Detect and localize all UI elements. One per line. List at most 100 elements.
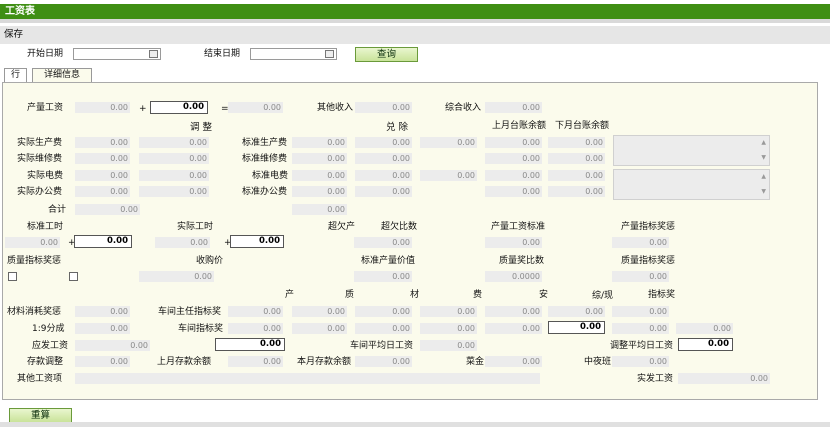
scroll-down-icon[interactable]: ▼ xyxy=(761,154,766,161)
avg-daily-wage-value: 0.00 xyxy=(420,340,477,351)
other-income-value: 0.00 xyxy=(355,102,412,113)
gross-pay-input[interactable]: 0.00 xyxy=(215,338,285,351)
workshop-cell: 0.00 xyxy=(485,323,542,334)
workshop-cell: 0.00 xyxy=(420,323,477,334)
quality-bonus-value: 0.00 xyxy=(612,271,669,282)
total-std-value: 0.00 xyxy=(292,204,347,215)
output-wage-std-value: 0.00 xyxy=(485,237,542,248)
row-last-balance: 0.00 xyxy=(485,153,542,164)
purchase-price-value: 0.00 xyxy=(139,271,214,282)
output-wage-value: 0.00 xyxy=(75,102,130,113)
other-wage-value xyxy=(75,373,540,384)
material-header: 材 xyxy=(410,290,420,300)
notes-box-2[interactable]: ▲ ▼ xyxy=(613,169,770,200)
total-label: 合计 xyxy=(48,205,67,215)
actual-hours-input[interactable]: 0.00 xyxy=(230,235,284,248)
output-wage-std-label: 产量工资标准 xyxy=(491,222,546,232)
row-adjust: 0.00 xyxy=(139,186,209,197)
scroll-up-icon[interactable]: ▲ xyxy=(761,173,766,180)
query-button[interactable]: 查询 xyxy=(355,47,418,62)
over-under-ratio-label: 超欠比数 xyxy=(381,222,418,232)
row-std: 0.00 xyxy=(292,170,347,181)
director-cell: 0.00 xyxy=(228,306,283,317)
last-deposit-value: 0.00 xyxy=(228,356,283,367)
row-next-balance: 0.00 xyxy=(548,186,605,197)
workshop-cell: 0.00 xyxy=(228,323,283,334)
std-output-value: 0.00 xyxy=(354,271,412,282)
tab-row[interactable]: 行 xyxy=(4,68,27,82)
director-cell: 0.00 xyxy=(420,306,477,317)
scroll-up-icon[interactable]: ▲ xyxy=(761,139,766,146)
night-shift-label: 中夜班 xyxy=(584,357,612,367)
total-income-label: 综合收入 xyxy=(445,103,482,113)
meal-fee-value: 0.00 xyxy=(485,356,542,367)
scroll-down-icon[interactable]: ▼ xyxy=(761,188,766,195)
over-under-label: 超欠产 xyxy=(328,222,356,232)
save-button[interactable]: 保存 xyxy=(0,29,23,40)
row-actual: 0.00 xyxy=(75,137,130,148)
row-adjust: 0.00 xyxy=(139,137,209,148)
split-label: 1:9分成 xyxy=(32,324,65,334)
calendar-icon[interactable] xyxy=(325,50,334,58)
gross-pay-value: 0.00 xyxy=(75,340,150,351)
row-std-label: 标准电费 xyxy=(252,171,289,181)
deposit-adjust-value: 0.00 xyxy=(75,356,130,367)
workshop-cell: 0.00 xyxy=(355,323,412,334)
workshop-composite-input[interactable]: 0.00 xyxy=(548,321,605,334)
row-label: 实际办公费 xyxy=(17,187,63,197)
row-last-balance: 0.00 xyxy=(485,170,542,181)
title-strip xyxy=(0,19,830,23)
workshop-cell: 0.00 xyxy=(612,323,669,334)
total-value: 0.00 xyxy=(75,204,140,215)
avg-daily-wage-label: 车间平均日工资 xyxy=(350,341,414,351)
tab-details[interactable]: 详细信息 xyxy=(32,68,92,82)
workshop-cell: 0.00 xyxy=(676,323,733,334)
composite-header: 综/现 xyxy=(592,291,614,301)
calendar-icon[interactable] xyxy=(149,50,158,58)
plus-sign: + xyxy=(139,104,147,114)
quality-ratio-label: 质量奖比数 xyxy=(499,256,545,266)
last-deposit-label: 上月存款余额 xyxy=(157,357,212,367)
row-actual: 0.00 xyxy=(75,153,130,164)
adjusted-daily-wage-label: 调整平均日工资 xyxy=(610,341,674,351)
row-std: 0.00 xyxy=(292,153,347,164)
row-label: 实际生产费 xyxy=(17,138,63,148)
split-value: 0.00 xyxy=(75,323,130,334)
std-hours-input[interactable]: 0.00 xyxy=(74,235,132,248)
recalculate-button[interactable]: 重算 xyxy=(9,408,72,423)
net-pay-label: 实发工资 xyxy=(637,374,674,384)
start-date-label: 开始日期 xyxy=(27,49,64,59)
end-date-input[interactable] xyxy=(250,48,337,60)
row-adjust: 0.00 xyxy=(139,170,209,181)
row-last-balance: 0.00 xyxy=(485,137,542,148)
quality-checkbox-1[interactable] xyxy=(8,272,17,281)
row-exchange: 0.00 xyxy=(355,137,412,148)
std-output-value-label: 标准产量价值 xyxy=(361,256,416,266)
net-pay-value: 0.00 xyxy=(678,373,770,384)
safety-header: 安 xyxy=(539,290,549,300)
last-balance-header: 上月台账余额 xyxy=(492,121,547,131)
director-cell: 0.00 xyxy=(292,306,347,317)
material-bonus-value: 0.00 xyxy=(75,306,130,317)
this-deposit-label: 本月存款余额 xyxy=(297,357,352,367)
output-bonus-value: 0.00 xyxy=(612,237,669,248)
notes-box-1[interactable]: ▲ ▼ xyxy=(613,135,770,166)
row-std: 0.00 xyxy=(292,137,347,148)
row-exchange-2: 0.00 xyxy=(420,170,477,181)
quality-header: 质 xyxy=(345,290,355,300)
material-bonus-label: 材料消耗奖惩 xyxy=(7,307,62,317)
std-hours-value: 0.00 xyxy=(5,237,60,248)
other-wage-label: 其他工资项 xyxy=(17,374,63,384)
start-date-input[interactable] xyxy=(73,48,161,60)
output-wage-result: 0.00 xyxy=(228,102,283,113)
row-label: 实际维修费 xyxy=(17,154,63,164)
quality-checkbox-2[interactable] xyxy=(69,272,78,281)
row-std-label: 标准维修费 xyxy=(242,154,288,164)
std-hours-label: 标准工时 xyxy=(27,222,64,232)
night-shift-value: 0.00 xyxy=(612,356,669,367)
quality-ratio-value: 0.0000 xyxy=(485,271,542,282)
exchange-header: 兑 除 xyxy=(386,122,409,133)
adjusted-daily-wage-input[interactable]: 0.00 xyxy=(678,338,733,351)
output-wage-adjust-input[interactable]: 0.00 xyxy=(150,101,208,114)
row-exchange: 0.00 xyxy=(355,170,412,181)
